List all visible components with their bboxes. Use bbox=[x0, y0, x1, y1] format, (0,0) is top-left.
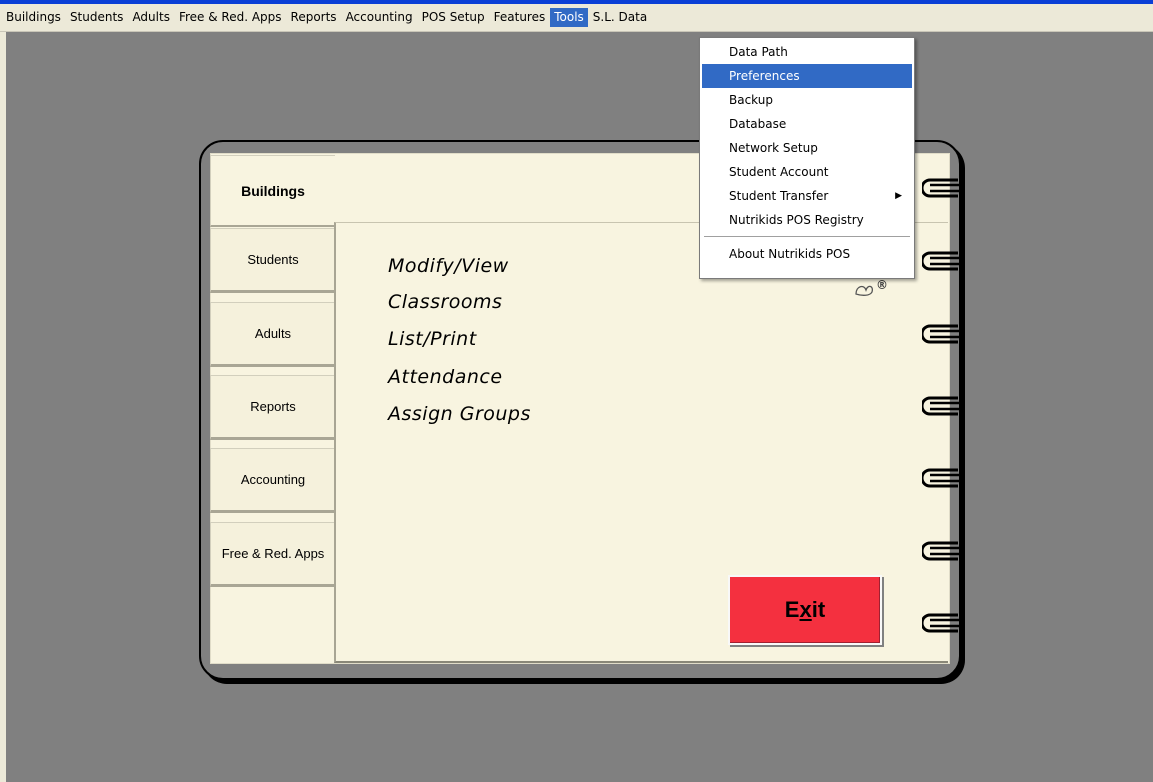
menu-separator bbox=[704, 236, 910, 237]
tools-dropdown-menu: Data Path Preferences Backup Database Ne… bbox=[699, 37, 915, 279]
link-classrooms[interactable]: Classrooms bbox=[388, 291, 502, 313]
menu-item-student-transfer-label: Student Transfer bbox=[729, 189, 829, 203]
menu-item-student-account[interactable]: Student Account bbox=[702, 160, 912, 184]
brand-logo: ® bbox=[854, 278, 888, 298]
link-assign-groups[interactable]: Assign Groups bbox=[388, 403, 531, 425]
link-list-print[interactable]: List/Print bbox=[388, 328, 477, 350]
link-modify-view[interactable]: Modify/View bbox=[388, 255, 509, 277]
spiral-ring-icon bbox=[922, 468, 960, 488]
menu-features[interactable]: Features bbox=[490, 8, 550, 27]
menu-item-student-transfer[interactable]: Student Transfer ▶ bbox=[702, 184, 912, 208]
spiral-ring-icon bbox=[922, 541, 960, 561]
exit-label-post: it bbox=[811, 597, 826, 622]
menu-accounting[interactable]: Accounting bbox=[342, 8, 417, 27]
link-attendance[interactable]: Attendance bbox=[388, 366, 503, 388]
menu-tools[interactable]: Tools bbox=[550, 8, 588, 27]
exit-button[interactable]: Ex it bbox=[728, 575, 882, 645]
spiral-ring-icon bbox=[922, 178, 960, 198]
menu-buildings[interactable]: Buildings bbox=[2, 8, 65, 27]
menu-sl-data[interactable]: S.L. Data bbox=[589, 8, 651, 27]
submenu-arrow-icon: ▶ bbox=[895, 191, 902, 201]
tab-accounting[interactable]: Accounting bbox=[210, 448, 338, 513]
menu-item-nutrikids-pos-registry[interactable]: Nutrikids POS Registry bbox=[702, 208, 912, 232]
menu-item-network-setup[interactable]: Network Setup bbox=[702, 136, 912, 160]
menu-reports[interactable]: Reports bbox=[287, 8, 341, 27]
menu-adults[interactable]: Adults bbox=[128, 8, 174, 27]
menu-item-database[interactable]: Database bbox=[702, 112, 912, 136]
menu-free-red-apps[interactable]: Free & Red. Apps bbox=[175, 8, 286, 27]
window-left-border bbox=[0, 32, 6, 782]
tab-buildings[interactable]: Buildings bbox=[210, 155, 335, 227]
exit-label-pre: E bbox=[784, 597, 800, 622]
spiral-ring-icon bbox=[922, 613, 960, 633]
tab-reports[interactable]: Reports bbox=[210, 375, 338, 440]
exit-label-mnemonic: x bbox=[799, 597, 812, 622]
tab-students[interactable]: Students bbox=[210, 228, 338, 293]
registered-mark: ® bbox=[876, 278, 888, 292]
menu-item-preferences[interactable]: Preferences bbox=[702, 64, 912, 88]
menu-bar: Buildings Students Adults Free & Red. Ap… bbox=[0, 4, 1153, 32]
tab-free-red-apps[interactable]: Free & Red. Apps bbox=[210, 522, 338, 587]
menu-item-about[interactable]: About Nutrikids POS bbox=[702, 242, 912, 266]
spiral-ring-icon bbox=[922, 396, 960, 416]
menu-item-backup[interactable]: Backup bbox=[702, 88, 912, 112]
tab-adults[interactable]: Adults bbox=[210, 302, 338, 367]
logo-icon bbox=[855, 285, 874, 296]
spiral-ring-icon bbox=[922, 324, 960, 344]
menu-item-data-path[interactable]: Data Path bbox=[702, 40, 912, 64]
spiral-ring-icon bbox=[922, 251, 960, 271]
menu-pos-setup[interactable]: POS Setup bbox=[418, 8, 489, 27]
menu-students[interactable]: Students bbox=[66, 8, 128, 27]
